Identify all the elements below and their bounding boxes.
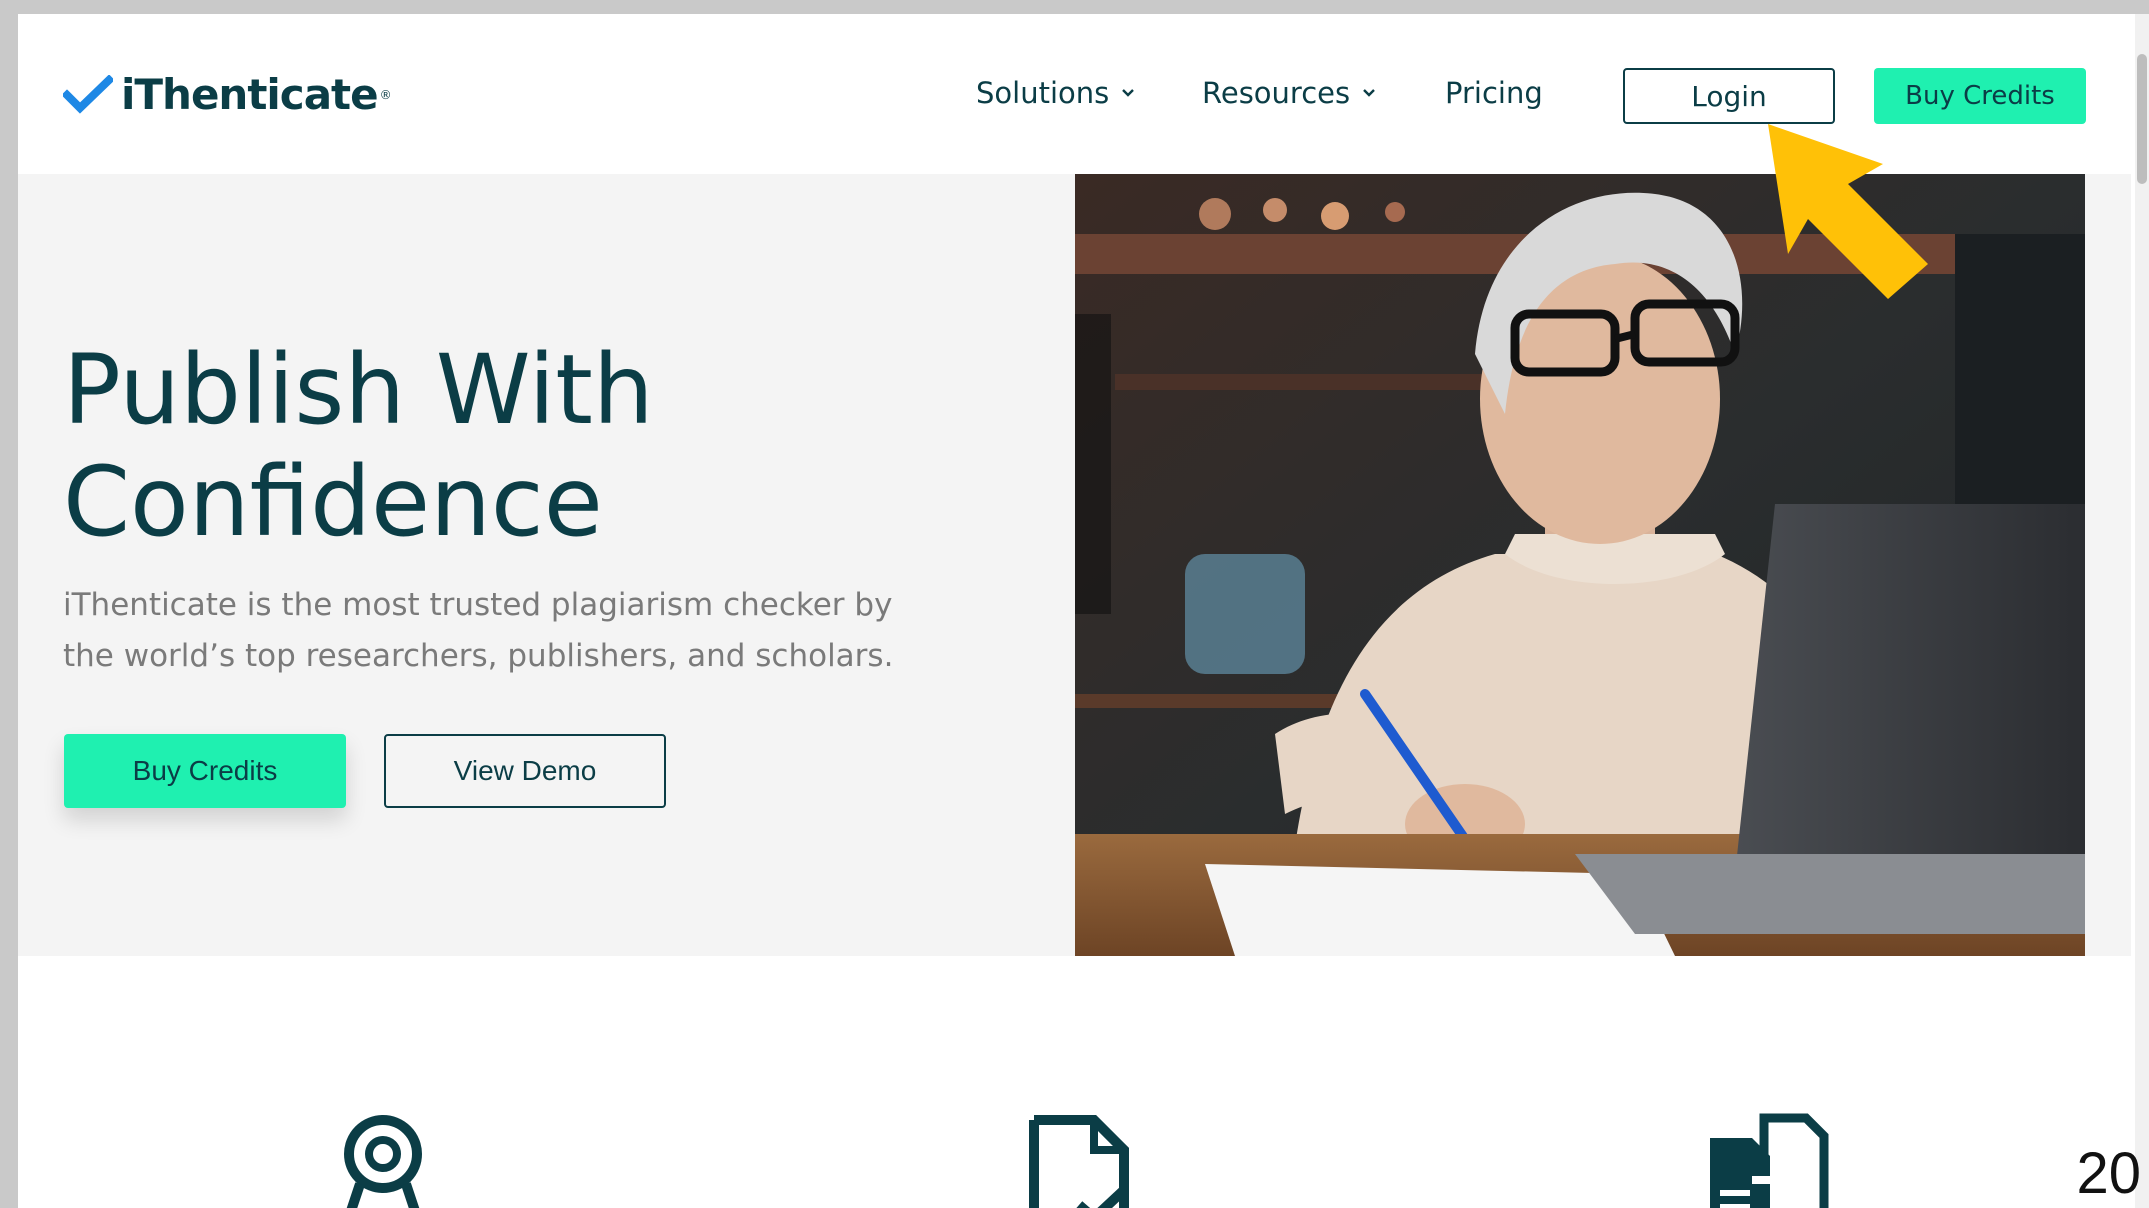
nav-solutions[interactable]: Solutions — [976, 76, 1135, 110]
buy-credits-hero-button[interactable]: Buy Credits — [64, 734, 346, 808]
hero-title-line1: Publish With — [63, 334, 654, 446]
scrollbar-thumb[interactable] — [2137, 54, 2147, 184]
checkmark-icon — [63, 74, 113, 114]
hero-subtitle-line2: the world’s top researchers, publishers,… — [63, 638, 894, 674]
hero-subtitle: iThenticate is the most trusted plagiari… — [63, 580, 923, 682]
document-check-icon — [1029, 1115, 1129, 1208]
hero-subtitle-line1: iThenticate is the most trusted plagiari… — [63, 587, 893, 623]
nav-resources-label: Resources — [1202, 76, 1351, 110]
web-page: iThenticate ® Solutions Resources Pricin… — [18, 14, 2131, 1208]
view-demo-button[interactable]: View Demo — [384, 734, 666, 808]
chevron-down-icon — [1363, 89, 1375, 97]
hero-title-line2: Confidence — [63, 446, 603, 558]
document-compare-icon — [1710, 1113, 1829, 1208]
award-ribbon-icon — [344, 1115, 422, 1208]
nav-pricing-label: Pricing — [1445, 76, 1543, 110]
brand-logo[interactable]: iThenticate ® — [63, 70, 392, 119]
pointer-arrow-icon — [1768, 124, 1928, 299]
nav-resources[interactable]: Resources — [1202, 76, 1376, 110]
chevron-down-icon — [1122, 89, 1135, 97]
nav-solutions-label: Solutions — [976, 76, 1110, 110]
slide-number: 20 — [2076, 1141, 2141, 1206]
hero-title: Publish With Confidence — [63, 334, 963, 558]
window-frame-top — [0, 0, 2149, 14]
window-frame-left — [0, 0, 18, 1208]
nav-pricing[interactable]: Pricing — [1445, 76, 1543, 110]
registered-mark: ® — [379, 87, 392, 102]
scrollbar[interactable] — [2135, 14, 2149, 1208]
brand-name: iThenticate — [121, 70, 379, 119]
